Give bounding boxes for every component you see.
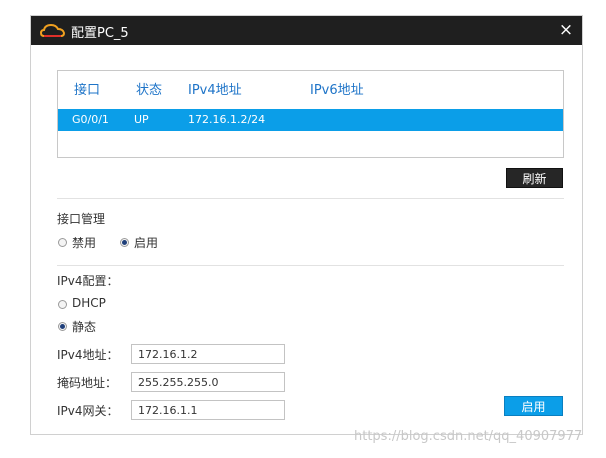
column-header-ipv6: IPv6地址 bbox=[310, 83, 364, 98]
static-radio[interactable] bbox=[58, 322, 67, 331]
gateway-label: IPv4网关： bbox=[57, 404, 119, 418]
close-icon[interactable]: × bbox=[556, 19, 576, 41]
config-dialog: 配置PC_5 × 接口 状态 IPv4地址 IPv6地址 G0/0/1 UP 1… bbox=[30, 15, 583, 435]
disable-label: 禁用 bbox=[72, 236, 97, 250]
dhcp-radio[interactable] bbox=[58, 300, 67, 309]
static-label: 静态 bbox=[72, 320, 97, 334]
interface-mgmt-title: 接口管理 bbox=[57, 212, 106, 226]
enable-label: 启用 bbox=[134, 236, 159, 250]
interface-table: 接口 状态 IPv4地址 IPv6地址 G0/0/1 UP 172.16.1.2… bbox=[57, 70, 564, 158]
enable-radio[interactable] bbox=[120, 238, 129, 247]
column-header-ipv4: IPv4地址 bbox=[188, 83, 242, 98]
cell-interface: G0/0/1 bbox=[72, 113, 109, 126]
window-title: 配置PC_5 bbox=[71, 26, 129, 41]
disable-radio[interactable] bbox=[58, 238, 67, 247]
cloud-logo-icon bbox=[40, 23, 66, 37]
ipv4-config-title: IPv4配置： bbox=[57, 274, 119, 288]
ipv4-address-input[interactable] bbox=[131, 344, 285, 364]
gateway-input[interactable] bbox=[131, 400, 285, 420]
title-bar: 配置PC_5 × bbox=[31, 16, 582, 45]
watermark-text: https://blog.csdn.net/qq_40907977 bbox=[354, 429, 583, 444]
column-header-interface: 接口 bbox=[74, 83, 101, 98]
table-header: 接口 状态 IPv4地址 IPv6地址 bbox=[58, 71, 563, 102]
mask-label: 掩码地址： bbox=[57, 376, 118, 390]
divider bbox=[57, 198, 564, 199]
ipv4-address-label: IPv4地址： bbox=[57, 348, 119, 362]
divider bbox=[57, 265, 564, 266]
cell-ipv4: 172.16.1.2/24 bbox=[188, 113, 266, 126]
mask-input[interactable] bbox=[131, 372, 285, 392]
cell-status: UP bbox=[134, 113, 149, 126]
column-header-status: 状态 bbox=[136, 83, 163, 98]
apply-button[interactable]: 启用 bbox=[504, 396, 563, 416]
refresh-button[interactable]: 刷新 bbox=[506, 168, 563, 188]
dhcp-label: DHCP bbox=[72, 296, 106, 310]
table-row[interactable]: G0/0/1 UP 172.16.1.2/24 bbox=[58, 109, 563, 131]
